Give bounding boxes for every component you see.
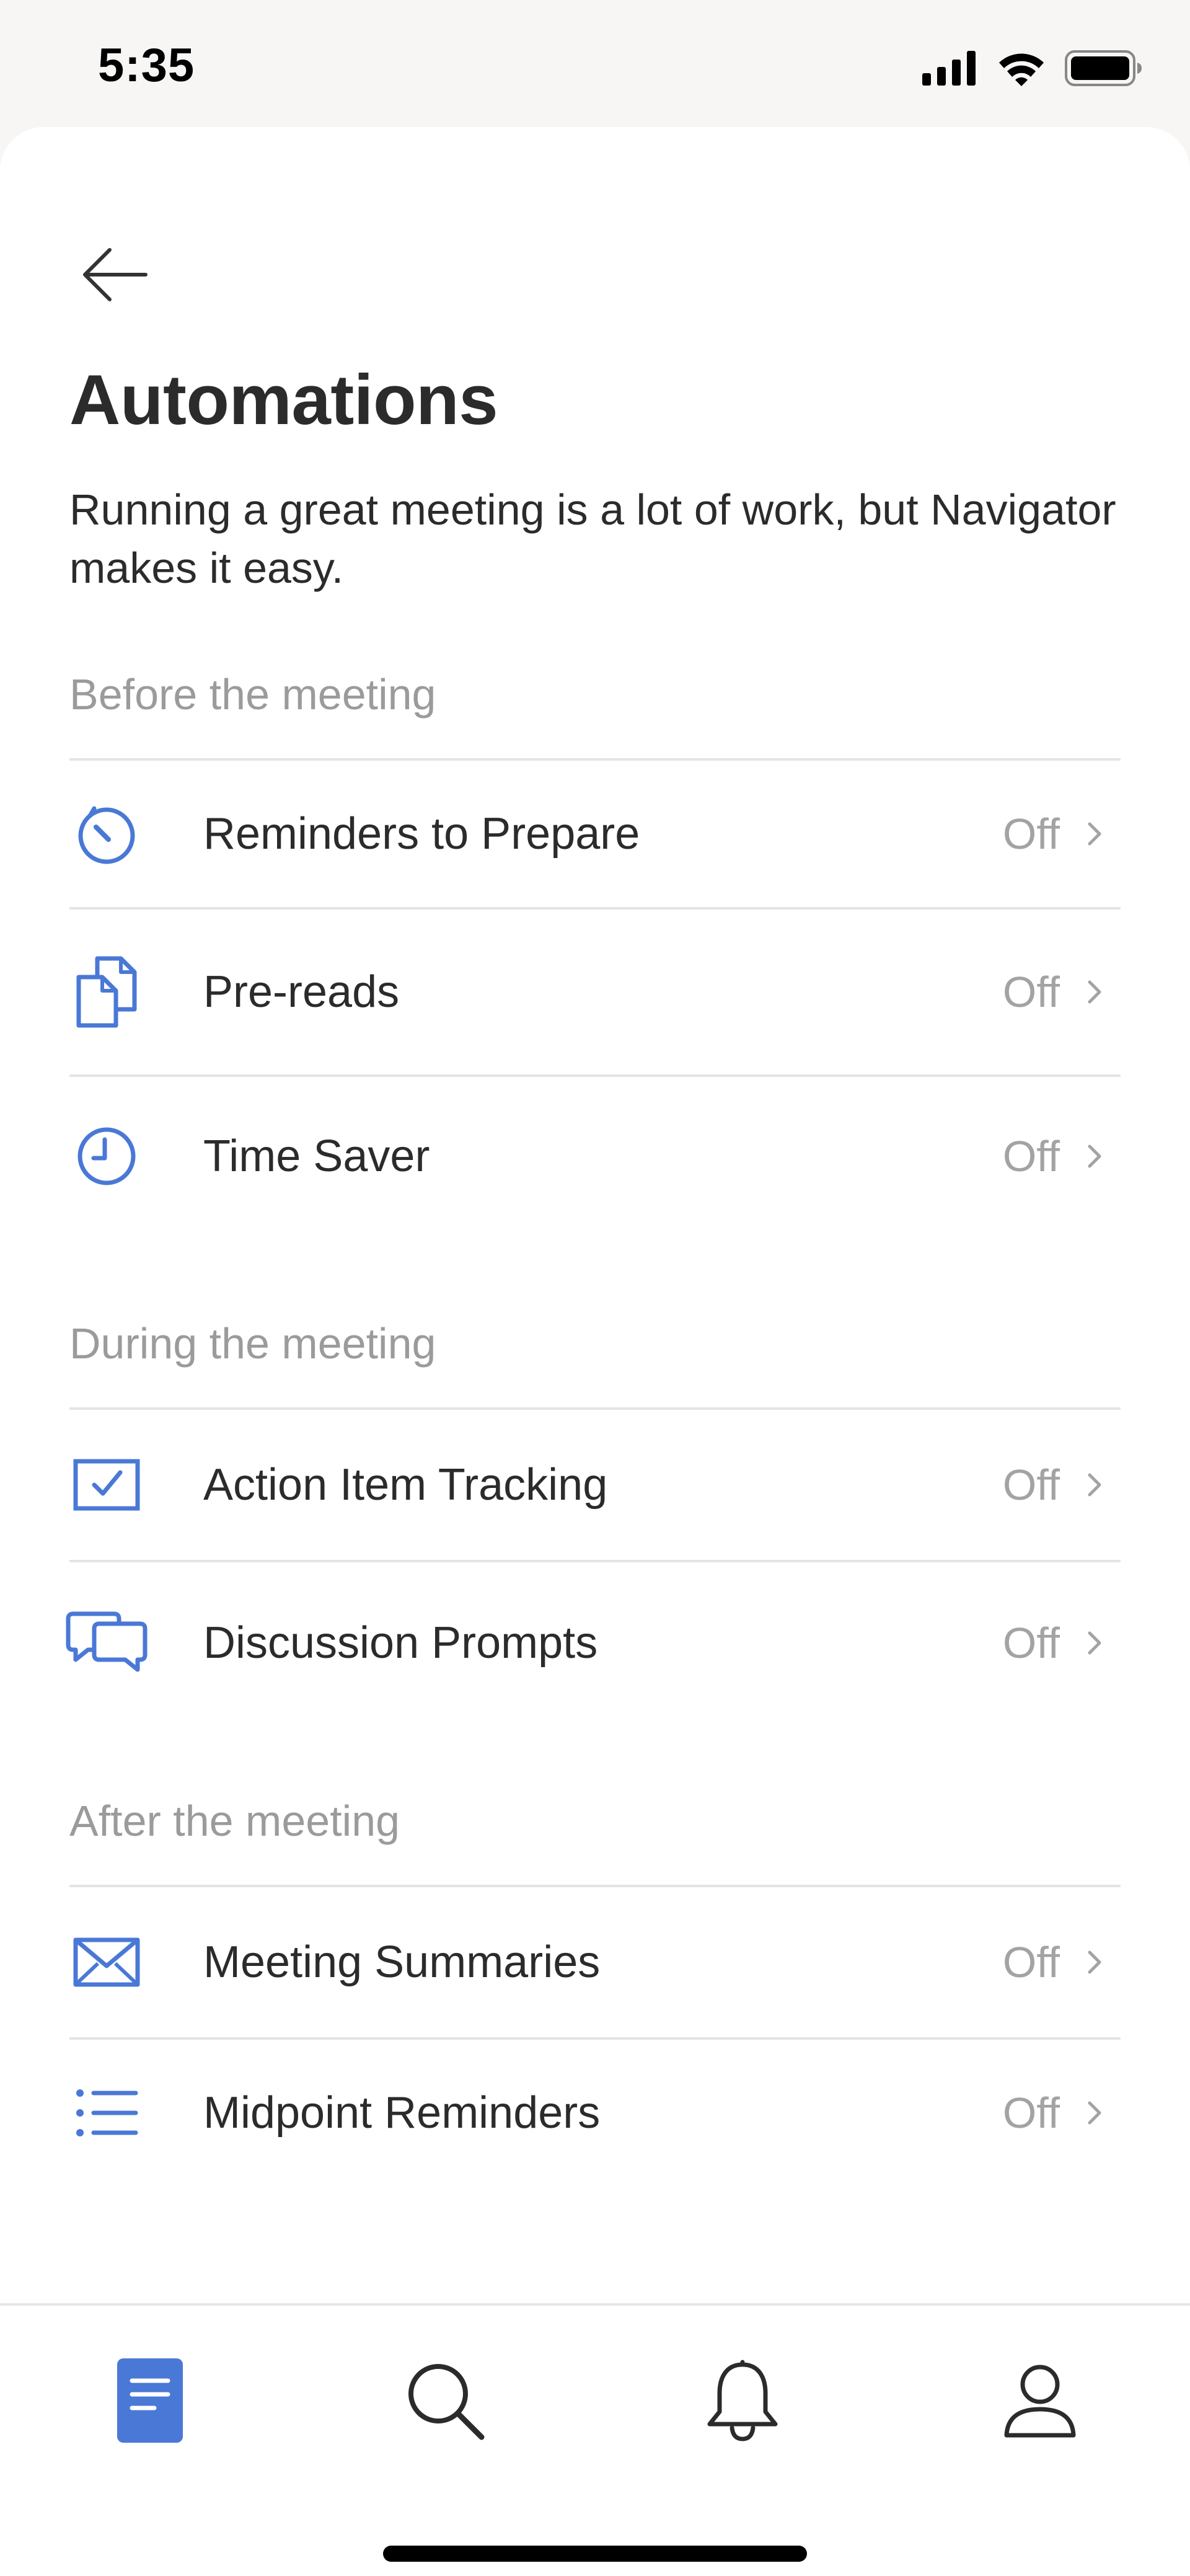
- chevron-right-icon: [1082, 1466, 1107, 1503]
- row-label: Action Item Tracking: [203, 1460, 608, 1510]
- row-label: Pre-reads: [203, 967, 400, 1017]
- arrow-left-icon: [77, 244, 152, 309]
- home-indicator[interactable]: [383, 2546, 807, 2562]
- section-heading-during: During the meeting: [69, 1319, 436, 1368]
- cellular-signal-icon: [922, 50, 978, 89]
- automation-row-meeting-summaries[interactable]: Meeting Summaries Off: [69, 1885, 1121, 2037]
- envelope-icon: [63, 1919, 150, 2006]
- status-bar: 5:35: [0, 0, 1190, 127]
- back-button[interactable]: [68, 229, 161, 322]
- row-label: Reminders to Prepare: [203, 809, 640, 859]
- chevron-right-icon: [1082, 973, 1107, 1011]
- wifi-icon: [997, 50, 1046, 89]
- chevron-right-icon: [1082, 1138, 1107, 1175]
- checkbox-icon: [63, 1441, 150, 1528]
- chevron-right-icon: [1082, 1624, 1107, 1662]
- row-label: Time Saver: [203, 1131, 430, 1181]
- row-label: Discussion Prompts: [203, 1618, 598, 1668]
- search-icon: [405, 2360, 485, 2444]
- row-label: Midpoint Reminders: [203, 2088, 601, 2138]
- chevron-right-icon: [1082, 2094, 1107, 2131]
- row-status-value: Off: [1002, 1619, 1060, 1667]
- page-title: Automations: [69, 361, 498, 440]
- row-label: Meeting Summaries: [203, 1937, 601, 1987]
- automation-row-discussion-prompts[interactable]: Discussion Prompts Off: [66, 1560, 1121, 1724]
- tab-notifications[interactable]: [681, 2346, 804, 2458]
- automation-row-midpoint-reminders[interactable]: Midpoint Reminders Off: [69, 2037, 1121, 2186]
- chat-bubbles-icon: [63, 1600, 150, 1686]
- automation-row-time-saver[interactable]: Time Saver Off: [69, 1074, 1121, 1236]
- chevron-right-icon: [1082, 815, 1107, 852]
- tab-documents[interactable]: [88, 2346, 212, 2458]
- tab-search[interactable]: [383, 2346, 507, 2458]
- chevron-right-icon: [1082, 1944, 1107, 1981]
- row-status-value: Off: [1002, 2089, 1060, 2137]
- tab-profile[interactable]: [978, 2346, 1102, 2458]
- timer-icon: [63, 790, 150, 877]
- documents-icon: [63, 949, 150, 1035]
- section-heading-before: Before the meeting: [69, 670, 436, 719]
- automation-row-action-item-tracking[interactable]: Action Item Tracking Off: [69, 1407, 1121, 1560]
- row-status-value: Off: [1002, 1938, 1060, 1986]
- status-time: 5:35: [98, 39, 195, 92]
- battery-icon: [1065, 50, 1143, 89]
- bell-icon: [703, 2358, 782, 2446]
- clock-icon: [63, 1113, 150, 1200]
- automation-row-reminders-to-prepare[interactable]: Reminders to Prepare Off: [69, 758, 1121, 907]
- document-icon: [116, 2357, 184, 2447]
- tab-bar: [0, 2303, 1190, 2576]
- page-description: Running a great meeting is a lot of work…: [69, 485, 1116, 592]
- list-icon: [63, 2069, 150, 2156]
- person-icon: [1003, 2362, 1077, 2442]
- status-icons: [922, 50, 1143, 89]
- row-status-value: Off: [1002, 1132, 1060, 1180]
- section-heading-after: After the meeting: [69, 1797, 400, 1845]
- automations-sheet: Automations Running a great meeting is a…: [0, 127, 1190, 2576]
- row-status-value: Off: [1002, 810, 1060, 858]
- row-status-value: Off: [1002, 1461, 1060, 1509]
- row-status-value: Off: [1002, 968, 1060, 1016]
- automation-row-pre-reads[interactable]: Pre-reads Off: [69, 907, 1121, 1074]
